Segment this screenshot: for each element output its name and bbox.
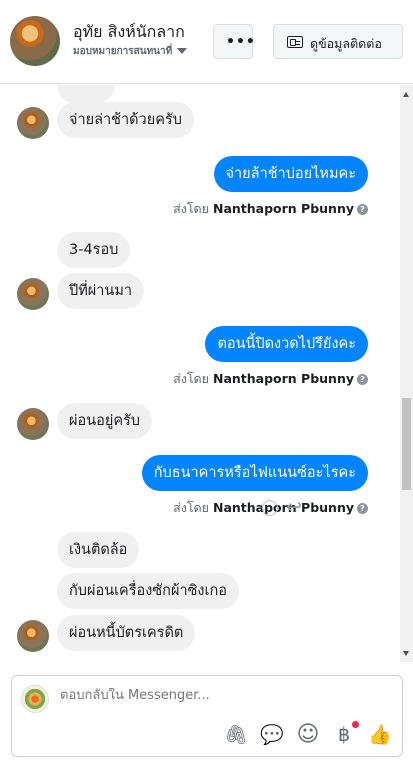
page-avatar [21,685,49,713]
message-bubble-incoming: กับผ่อนเครื่องซักผ้าซิงเกอ [57,573,239,609]
thread-scrollbar[interactable] [400,85,413,662]
view-contact-info-label: ดูข้อมูลติดต่อ [310,36,382,51]
message-bubble-incoming: ผ่อนอยู่ครับ [57,403,153,439]
contact-card-icon [287,36,303,48]
message-thread[interactable]: จ่ายล่าช้าด้วยครับ จ่ายล้าช้าบ่อยไหมคะ ส… [0,85,413,662]
scroll-thumb[interactable] [402,398,411,490]
message-bubble-partial [57,85,115,103]
notification-dot [352,721,359,728]
message-bubble-outgoing: กับธนาคารหรือไฟแนนซ์อะไรคะ [141,455,368,491]
message-bubble-outgoing: จ่ายล้าช้าบ่อยไหมคะ [213,156,368,192]
help-icon[interactable]: ? [357,204,368,215]
emoji-icon[interactable]: ☺ [296,724,320,746]
message-bubble-incoming: 3-4รอบ [57,232,131,268]
contact-avatar-small [17,278,49,310]
speech-bubble-icon[interactable]: 💬 [260,724,284,746]
scroll-up-arrow-icon[interactable] [403,92,409,97]
contact-avatar-small [17,620,49,652]
message-composer: 🖇 💬 ☺ ฿ 👍 [11,675,403,757]
sender-name: Nanthaporn Pbunny [212,371,354,386]
message-bubble-incoming: เงินติดล้อ [57,532,140,568]
more-options-button[interactable]: ••• [213,24,256,59]
sent-by-prefix: ส่งโดย [173,201,209,216]
message-actions: ↩ [262,496,308,518]
sent-by-line: ส่งโดย Nanthaporn Pbunny? [173,199,368,219]
reply-arrow-icon[interactable]: ↩ [286,496,302,518]
help-icon[interactable]: ? [357,503,368,514]
paperclip-icon[interactable]: 🖇 [224,724,248,746]
contact-avatar[interactable] [10,16,60,66]
contact-avatar-small [17,408,49,440]
message-bubble-incoming: ปีที่ผ่านมา [57,273,145,309]
scroll-down-arrow-icon[interactable] [403,651,409,656]
contact-avatar-small [17,107,49,139]
help-icon[interactable]: ? [357,374,368,385]
react-smiley-icon[interactable] [262,500,278,516]
sent-by-line: ส่งโดย Nanthaporn Pbunny? [173,369,368,389]
view-contact-info-button[interactable]: ดูข้อมูลติดต่อ [273,24,403,59]
assign-label: มอบหมายการสนทนาที่ [73,46,173,57]
sent-by-prefix: ส่งโดย [173,500,209,515]
contact-name[interactable]: อุทัย สิงห์นักลาก [73,20,185,45]
conversation-header: อุทัย สิงห์นักลาก มอบหมายการสนทนาที่ •••… [0,0,413,84]
caret-down-icon [177,48,188,54]
baht-payment-icon[interactable]: ฿ [332,724,356,746]
assign-conversation-dropdown[interactable]: มอบหมายการสนทนาที่ [73,44,188,59]
message-bubble-incoming: จ่ายล่าช้าด้วยครับ [57,102,194,138]
reply-input[interactable] [60,688,310,703]
sent-by-prefix: ส่งโดย [173,371,209,386]
thumbs-up-icon[interactable]: 👍 [368,724,392,746]
sender-name: Nanthaporn Pbunny [212,201,354,216]
more-dots-icon: ••• [226,34,256,50]
message-bubble-outgoing: ตอนนี้ปิดงวดไปรึยังคะ [205,326,368,362]
message-bubble-incoming: ผ่อนหนี้บัตรเครดิต [57,615,196,651]
